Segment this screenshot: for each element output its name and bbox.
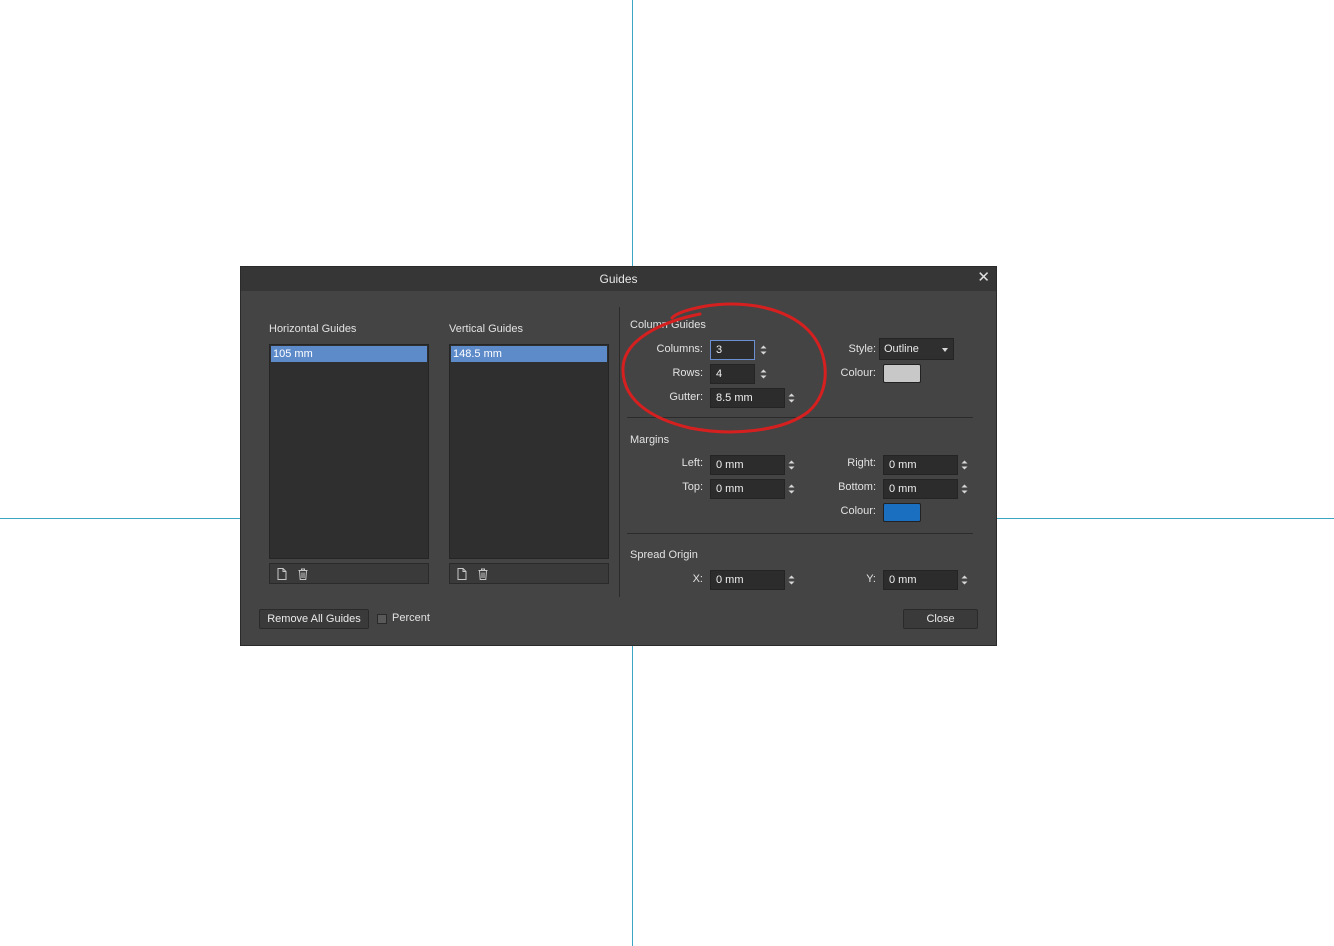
margin-colour-swatch[interactable] (883, 503, 921, 522)
gutter-stepper[interactable] (787, 388, 796, 408)
spread-origin-heading: Spread Origin (630, 549, 698, 561)
gutter-field[interactable]: 8.5 mm (710, 388, 785, 408)
rows-label: Rows: (672, 367, 703, 379)
margins-heading: Margins (630, 434, 670, 446)
list-item[interactable]: 148.5 mm (451, 346, 607, 362)
list-item[interactable]: 105 mm (271, 346, 427, 362)
column-colour-swatch[interactable] (883, 364, 921, 383)
origin-y-field[interactable]: 0 mm (883, 570, 958, 590)
margin-right-stepper[interactable] (960, 455, 969, 475)
origin-y-stepper[interactable] (960, 570, 969, 590)
margin-bottom-field[interactable]: 0 mm (883, 479, 958, 499)
origin-y-label: Y: (866, 573, 876, 585)
margin-top-label: Top: (682, 481, 703, 493)
margin-left-label: Left: (681, 457, 703, 469)
horizontal-guides-toolbar (269, 563, 429, 584)
section-divider (627, 533, 973, 534)
style-label: Style: (848, 343, 876, 355)
margin-left-stepper[interactable] (787, 455, 796, 475)
origin-x-label: X: (692, 573, 703, 585)
guides-dialog: Guides ✕ Horizontal Guides 105 mm Vertic… (240, 266, 997, 646)
margin-top-stepper[interactable] (787, 479, 796, 499)
horizontal-guides-list[interactable]: 105 mm (269, 344, 429, 559)
dialog-titlebar: Guides ✕ (241, 267, 996, 291)
gutter-label: Gutter: (669, 391, 703, 403)
margin-right-field[interactable]: 0 mm (883, 455, 958, 475)
columns-stepper[interactable] (759, 340, 768, 360)
margin-top-field[interactable]: 0 mm (710, 479, 785, 499)
rows-field[interactable]: 4 (710, 364, 755, 384)
percent-checkbox[interactable] (377, 614, 387, 624)
style-select-value: Outline (884, 343, 919, 355)
column-colour-label: Colour: (840, 367, 876, 379)
delete-guide-icon[interactable] (476, 567, 490, 581)
horizontal-guides-label: Horizontal Guides (269, 323, 357, 335)
vertical-guides-toolbar (449, 563, 609, 584)
add-guide-icon[interactable] (455, 567, 469, 581)
rows-stepper[interactable] (759, 364, 768, 384)
margin-colour-label: Colour: (840, 505, 876, 517)
columns-label: Columns: (656, 343, 703, 355)
vertical-divider (619, 307, 620, 597)
close-icon[interactable]: ✕ (977, 269, 990, 287)
dialog-title: Guides (599, 272, 638, 286)
delete-guide-icon[interactable] (296, 567, 310, 581)
margin-left-field[interactable]: 0 mm (710, 455, 785, 475)
style-select[interactable]: Outline (879, 338, 954, 360)
add-guide-icon[interactable] (275, 567, 289, 581)
margin-bottom-stepper[interactable] (960, 479, 969, 499)
vertical-guides-label: Vertical Guides (449, 323, 523, 335)
margin-bottom-label: Bottom: (838, 481, 876, 493)
column-guides-heading: Column Guides (630, 319, 706, 331)
chevron-down-icon (942, 348, 948, 352)
vertical-guides-list[interactable]: 148.5 mm (449, 344, 609, 559)
close-button[interactable]: Close (903, 609, 978, 629)
remove-all-guides-button[interactable]: Remove All Guides (259, 609, 369, 629)
origin-x-field[interactable]: 0 mm (710, 570, 785, 590)
margin-right-label: Right: (847, 457, 876, 469)
origin-x-stepper[interactable] (787, 570, 796, 590)
section-divider (627, 417, 973, 418)
columns-field[interactable]: 3 (710, 340, 755, 360)
percent-label: Percent (392, 612, 430, 624)
